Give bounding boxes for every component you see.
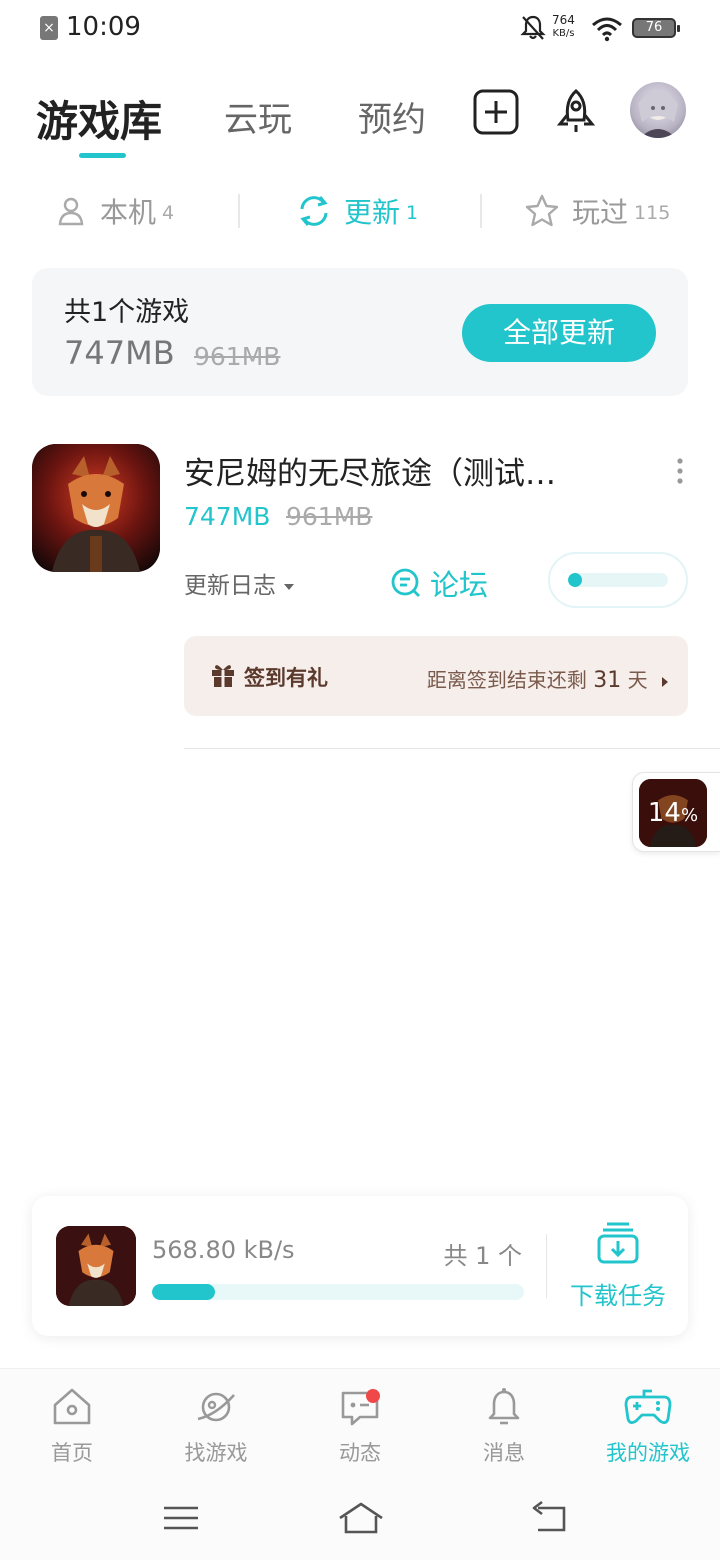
nav-feed[interactable]: 动态 (300, 1385, 420, 1467)
summary-old-size: 961MB (194, 342, 281, 371)
subtab-divider (480, 194, 482, 228)
download-total-track (152, 1284, 524, 1300)
subtab-local[interactable]: 本机 4 (54, 190, 174, 232)
active-tab-indicator (79, 153, 126, 158)
nav-my-games-label: 我的游戏 (606, 1441, 690, 1465)
bell-muted-icon (520, 15, 546, 40)
game-icon[interactable] (32, 444, 160, 572)
sub-tabs: 本机 4 更新 1 玩过 115 (0, 180, 720, 242)
checkin-banner[interactable]: 签到有礼 距离签到结束还剩 31 天 (184, 636, 688, 716)
add-icon[interactable] (472, 88, 520, 136)
status-bar: × 10:09 764 KB/s 76 (0, 0, 720, 58)
net-speed-value: 764 (552, 13, 575, 27)
download-tasks-button[interactable]: 下载任务 (562, 1220, 674, 1311)
forum-link[interactable]: 论坛 (390, 562, 488, 604)
changelog-label: 更新日志 (184, 573, 276, 599)
checkin-remaining: 距离签到结束还剩 31 天 (427, 664, 668, 693)
nav-messages[interactable]: 消息 (444, 1385, 564, 1467)
download-total-fill (152, 1284, 216, 1300)
net-speed-unit: KB/s (552, 28, 575, 39)
subtab-divider (238, 194, 240, 228)
bottom-navigation: 首页 找游戏 动态 消息 我的游戏 (0, 1368, 720, 1478)
download-progress-track (568, 573, 668, 587)
rocket-icon[interactable] (552, 88, 600, 136)
download-game-icon (56, 1226, 136, 1306)
battery-indicator: 76 (632, 18, 680, 38)
checkin-remain-prefix: 距离签到结束还剩 (426, 668, 587, 692)
tab-reservation[interactable]: 预约 (358, 92, 426, 141)
net-speed: 764 KB/s (552, 14, 575, 40)
nav-home[interactable]: 首页 (12, 1385, 132, 1467)
download-tray-icon (597, 1222, 639, 1264)
caret-down-icon (284, 583, 295, 590)
game-old-size: 961MB (286, 502, 373, 531)
refresh-icon (300, 196, 328, 226)
bell-icon (488, 1388, 520, 1425)
user-avatar[interactable] (630, 82, 686, 138)
game-artwork (32, 444, 160, 572)
nav-find-games-label: 找游戏 (184, 1441, 248, 1465)
status-time: 10:09 (66, 12, 141, 42)
nav-home-label: 首页 (51, 1441, 93, 1465)
checkin-remain-days: 31 (593, 668, 622, 693)
nav-messages-label: 消息 (483, 1441, 525, 1465)
download-progress-fill (568, 573, 582, 587)
menu-icon[interactable] (156, 1500, 206, 1536)
more-options-icon[interactable] (668, 456, 692, 486)
floating-percent: 14% (639, 779, 707, 847)
subtab-local-count: 4 (162, 202, 175, 224)
subtab-update-label: 更新 (344, 196, 401, 229)
floating-percent-sign: % (680, 805, 699, 826)
game-size: 747MB (184, 502, 271, 531)
star-icon (525, 194, 559, 227)
floating-percent-value: 14 (647, 798, 681, 828)
summary-size: 747MB (64, 334, 175, 372)
no-sim-icon: × (40, 16, 58, 40)
download-tasks-label: 下载任务 (570, 1282, 666, 1310)
notification-dot (366, 1389, 380, 1403)
user-local-icon (58, 197, 84, 226)
system-navigation-bar (0, 1478, 720, 1560)
avatar-image (638, 91, 678, 138)
nav-my-games[interactable]: 我的游戏 (588, 1385, 708, 1467)
nav-find-games[interactable]: 找游戏 (156, 1385, 276, 1467)
forum-chat-icon (391, 568, 420, 597)
list-divider (184, 748, 720, 749)
download-progress-button[interactable] (548, 552, 688, 608)
checkin-title: 签到有礼 (244, 666, 328, 690)
subtab-update-count: 1 (406, 202, 419, 224)
update-all-button[interactable]: 全部更新 (462, 304, 656, 362)
nav-feed-label: 动态 (339, 1441, 381, 1465)
header: 游戏库 云玩 预约 (0, 70, 720, 170)
checkin-remain-suffix: 天 (627, 668, 648, 692)
home-icon (53, 1388, 91, 1425)
wifi-icon (592, 17, 622, 42)
subtab-played[interactable]: 玩过 115 (524, 190, 670, 232)
subtab-played-count: 115 (634, 202, 671, 224)
summary-title: 共1个游戏 (64, 297, 190, 328)
gift-icon (212, 665, 234, 687)
download-status-card[interactable]: 568.80 kB/s 共 1 个 下载任务 (32, 1196, 688, 1336)
download-card-divider (546, 1234, 547, 1298)
back-icon[interactable] (524, 1500, 574, 1536)
update-summary-card: 共1个游戏 747MB 961MB 全部更新 (32, 268, 688, 396)
subtab-local-label: 本机 (100, 196, 157, 229)
download-total-count: 共 1 个 (443, 1242, 522, 1270)
floating-download-bubble[interactable]: 14% (632, 772, 720, 852)
tab-cloud-play[interactable]: 云玩 (224, 92, 292, 141)
home-button-icon[interactable] (336, 1500, 386, 1536)
subtab-played-label: 玩过 (572, 196, 629, 229)
tab-game-library[interactable]: 游戏库 (36, 88, 162, 149)
chevron-right-icon (662, 676, 668, 687)
subtab-update[interactable]: 更新 1 (296, 190, 418, 232)
game-title[interactable]: 安尼姆的无尽旅途（测试… (184, 448, 624, 493)
download-game-artwork (56, 1226, 136, 1306)
gamepad-icon (624, 1389, 672, 1424)
download-speed: 568.80 kB/s (152, 1236, 295, 1264)
planet-icon (197, 1392, 235, 1422)
forum-label: 论坛 (430, 568, 489, 602)
changelog-toggle[interactable]: 更新日志 (184, 566, 295, 600)
